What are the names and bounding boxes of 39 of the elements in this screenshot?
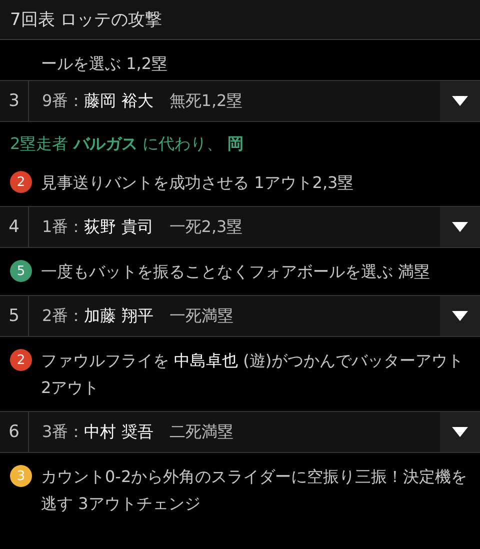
- pitch-count-badge: 3: [10, 465, 32, 487]
- base-situation: 一死満塁: [169, 306, 234, 326]
- expand-button[interactable]: [440, 81, 480, 121]
- expand-button[interactable]: [440, 412, 480, 452]
- pitch-count-badge: 2: [10, 171, 32, 193]
- batter-row[interactable]: 3 9番：藤岡 裕大 無死1,2塁: [0, 80, 480, 122]
- at-bat-number: 4: [0, 207, 29, 247]
- batter-name: 藤岡 裕大: [84, 90, 154, 112]
- batter-row[interactable]: 4 1番：荻野 貴司 一死2,3塁: [0, 206, 480, 248]
- pitch-count-badge: 2: [10, 349, 32, 371]
- caret-icon: [452, 426, 468, 438]
- batter-name: 荻野 貴司: [84, 216, 154, 238]
- play-description: カウント0-2から外角のスライダーに空振り三振！決定機を逃す 3アウトチェンジ: [41, 466, 468, 515]
- base-situation: 無死1,2塁: [169, 90, 243, 112]
- batting-order: 2番：: [42, 306, 84, 326]
- expand-button[interactable]: [440, 207, 480, 247]
- play-description: ファウルフライを 中島卓也 (遊)がつかんでバッターアウト 2アウト: [41, 350, 465, 399]
- batter-row[interactable]: 6 3番：中村 奨吾 二死満塁: [0, 411, 480, 453]
- pitch-count-badge: 5: [10, 260, 32, 282]
- batting-order: 9番：: [42, 90, 84, 112]
- play-description: 見事送りバントを成功させる 1アウト2,3塁: [41, 172, 354, 194]
- batter-name: 中村 奨吾: [84, 422, 154, 442]
- base-situation: 二死満塁: [169, 422, 234, 442]
- caret-icon: [452, 310, 468, 322]
- at-bat-number: 6: [0, 412, 29, 452]
- substitution-note: 2塁走者 バルガス に代わり、 岡: [10, 134, 244, 153]
- caret-icon: [452, 221, 468, 233]
- play-description: 一度もバットを振ることなくフォアボールを選ぶ 満塁: [41, 261, 430, 283]
- inning-title: 7回表 ロッテの攻撃: [10, 9, 162, 31]
- batter-name: 加藤 翔平: [84, 306, 154, 326]
- base-situation: 一死2,3塁: [169, 216, 243, 238]
- batter-row[interactable]: 5 2番：加藤 翔平 一死満塁: [0, 295, 480, 337]
- expand-button[interactable]: [440, 296, 480, 336]
- batting-order: 3番：: [42, 422, 84, 442]
- at-bat-number: 5: [0, 296, 29, 336]
- batting-order: 1番：: [42, 216, 84, 238]
- caret-icon: [452, 95, 468, 107]
- play-description: ールを選ぶ 1,2塁: [41, 53, 168, 75]
- at-bat-number: 3: [0, 81, 29, 121]
